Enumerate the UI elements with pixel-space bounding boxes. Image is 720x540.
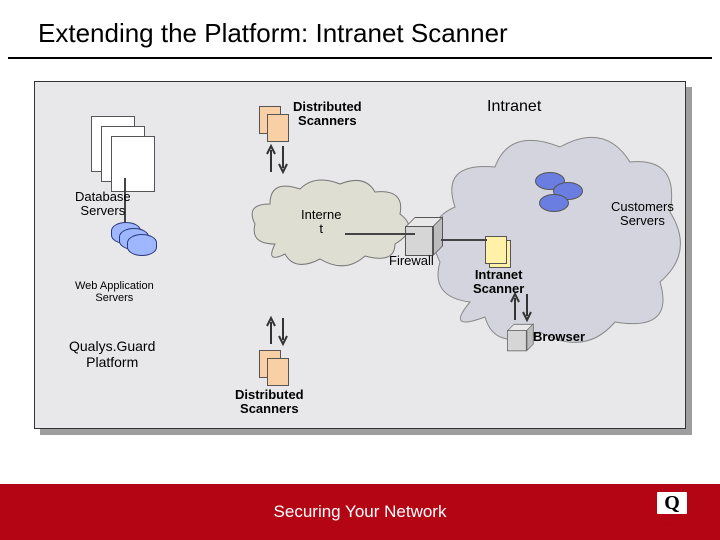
line-firewall-scanner [441, 238, 487, 242]
footer-text: Securing Your Network [274, 502, 447, 522]
label-distributed-bottom: DistributedScanners [235, 388, 304, 417]
label-browser: Browser [533, 330, 585, 344]
arrows-top [263, 142, 293, 176]
label-qualys-platform: Qualys.GuardPlatform [69, 338, 155, 370]
label-intranet: Intranet [487, 98, 541, 116]
label-web-app-servers: Web ApplicationServers [75, 280, 154, 304]
label-internet: Internet [301, 208, 341, 237]
diagram-panel: DistributedScanners Intranet DatabaseSer… [34, 81, 686, 429]
label-intranet-scanner: IntranetScanner [473, 268, 524, 297]
line-internet-firewall [345, 232, 415, 236]
label-customers-servers: CustomersServers [611, 200, 674, 229]
arrows-bottom [263, 314, 293, 348]
footer-bar: Securing Your Network [0, 484, 720, 540]
logo-mark-icon: Q [655, 490, 689, 516]
page-title: Extending the Platform: Intranet Scanner [0, 0, 720, 57]
label-distributed-top: DistributedScanners [293, 100, 362, 129]
slide: Extending the Platform: Intranet Scanner [0, 0, 720, 540]
logo-text: qualys [642, 518, 702, 528]
intranet-cloud [425, 122, 683, 352]
diagram: DistributedScanners Intranet DatabaseSer… [34, 81, 686, 429]
brand-logo: Q qualys [642, 490, 702, 534]
label-firewall: Firewall [389, 254, 434, 268]
label-database-servers: DatabaseServers [75, 190, 131, 219]
title-rule [8, 57, 712, 59]
